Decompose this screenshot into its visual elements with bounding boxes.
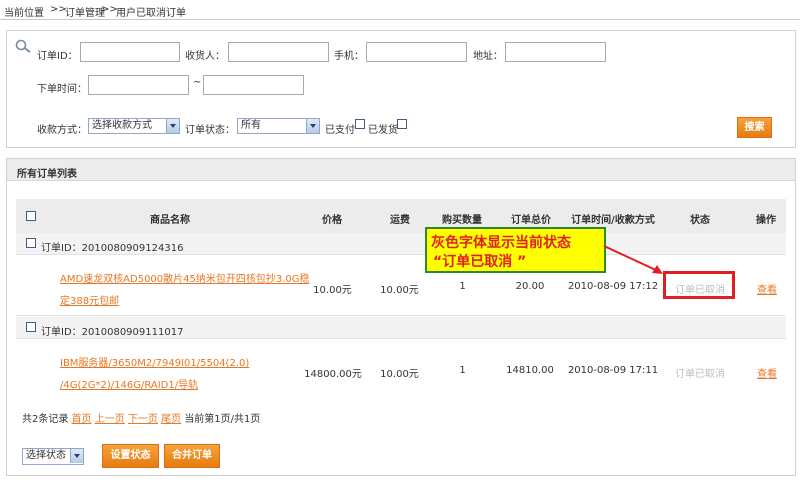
column-header-quantity: 购买数量 — [442, 215, 482, 226]
order-status-value: 所有 — [241, 120, 261, 131]
order-list-title: 所有订单列表 — [17, 169, 77, 180]
order-id-label: 订单ID： — [37, 51, 78, 62]
record-count: 共2条记录 — [22, 414, 69, 425]
payment-method-select[interactable]: 选择收款方式 — [88, 118, 180, 134]
breadcrumb: 当前位置 >> 订单管理 >> 用户已取消订单 — [0, 0, 800, 20]
shipped-checkbox[interactable] — [397, 119, 407, 129]
paid-label: 已支付 — [325, 125, 355, 136]
next-page-link[interactable]: 下一页 — [128, 414, 158, 425]
search-icon — [15, 39, 31, 53]
annotation-line1: 灰色字体显示当前状态 — [431, 235, 571, 251]
chevron-down-icon — [166, 119, 179, 133]
product-link-line2[interactable]: /4G(2G*2)/146G/RAID1/导轨 — [60, 376, 198, 391]
receiver-input[interactable] — [228, 42, 329, 62]
merge-orders-button[interactable]: 合并订单 — [164, 444, 220, 468]
price-cell: 10.00元 — [313, 285, 352, 296]
order-time-cell: 2010-08-09 17:12 — [567, 281, 659, 292]
column-header-total: 订单总价 — [511, 215, 551, 226]
column-header-shipping: 运费 — [390, 215, 410, 226]
column-header-price: 价格 — [322, 215, 342, 226]
product-link-line1[interactable]: IBM服务器/3650M2/7949I01/5504(2.0) — [60, 354, 249, 369]
order-time-label: 下单时间： — [37, 84, 87, 95]
breadcrumb-order-management[interactable]: 订单管理 — [65, 4, 105, 19]
pagination: 共2条记录 首页 上一页 下一页 尾页 当前第1页/共1页 — [22, 410, 261, 425]
column-header-status: 状态 — [690, 215, 710, 226]
set-status-button[interactable]: 设置状态 — [102, 444, 159, 468]
status-select-value: 选择状态 — [26, 450, 66, 461]
quantity-cell: 1 — [459, 281, 466, 292]
order-time-start-input[interactable] — [88, 75, 189, 95]
order-list-header-bar: 所有订单列表 — [7, 159, 795, 181]
first-page-link[interactable]: 首页 — [72, 414, 92, 425]
last-page-link[interactable]: 尾页 — [161, 414, 181, 425]
annotation-callout: 灰色字体显示当前状态 “订单已取消 ” — [425, 227, 606, 273]
phone-input[interactable] — [366, 42, 467, 62]
annotation-line2: “订单已取消 ” — [433, 254, 527, 270]
order-time-end-input[interactable] — [203, 75, 304, 95]
order-checkbox[interactable] — [26, 238, 36, 248]
status-select[interactable]: 选择状态 — [22, 448, 84, 465]
shipping-cell: 10.00元 — [380, 285, 419, 296]
product-link-line1[interactable]: AMD速龙双核AD5000散片45纳米包开四核包抄3.0G稳 — [60, 270, 310, 285]
order-status-label: 订单状态： — [185, 125, 235, 136]
view-order-link[interactable]: 查看 — [757, 281, 777, 296]
breadcrumb-home: 当前位置 — [4, 8, 44, 19]
payment-method-value: 选择收款方式 — [92, 120, 152, 131]
phone-label: 手机： — [334, 51, 364, 62]
address-input[interactable] — [505, 42, 606, 62]
paid-checkbox[interactable] — [355, 119, 365, 129]
address-label: 地址： — [473, 51, 503, 62]
column-header-product: 商品名称 — [150, 215, 190, 226]
order-status-select[interactable]: 所有 — [237, 118, 320, 134]
total-cell: 14810.00 — [506, 365, 554, 376]
quantity-cell: 1 — [459, 365, 466, 376]
receiver-label: 收货人： — [185, 51, 225, 62]
prev-page-link[interactable]: 上一页 — [95, 414, 125, 425]
select-all-checkbox[interactable] — [26, 211, 36, 221]
annotation-arrow-icon — [603, 245, 663, 274]
column-header-action: 操作 — [756, 215, 776, 226]
status-highlight-box — [663, 271, 735, 299]
order-id-text: 订单ID：2010080909124316 — [41, 243, 184, 254]
shipped-label: 已发货 — [368, 125, 398, 136]
order-id-input[interactable] — [80, 42, 180, 62]
order-id-text: 订单ID：2010080909111017 — [41, 327, 184, 338]
search-button[interactable]: 搜索 — [737, 117, 772, 138]
column-header-time-payment: 订单时间/收款方式 — [571, 215, 655, 226]
view-order-link[interactable]: 查看 — [757, 365, 777, 380]
page-indicator: 当前第1页/共1页 — [184, 414, 261, 425]
time-separator: ~ — [193, 77, 202, 88]
shipping-cell: 10.00元 — [380, 369, 419, 380]
breadcrumb-current-page: 用户已取消订单 — [116, 8, 186, 19]
chevron-down-icon — [306, 119, 319, 133]
order-time-cell: 2010-08-09 17:11 — [567, 365, 659, 376]
total-cell: 20.00 — [515, 281, 545, 292]
price-cell: 14800.00元 — [304, 369, 362, 380]
chevron-down-icon — [70, 449, 83, 463]
order-checkbox[interactable] — [26, 322, 36, 332]
status-cell: 订单已取消 — [675, 369, 725, 380]
payment-method-label: 收款方式： — [37, 125, 87, 136]
product-link-line2[interactable]: 定388元包邮 — [60, 292, 119, 307]
